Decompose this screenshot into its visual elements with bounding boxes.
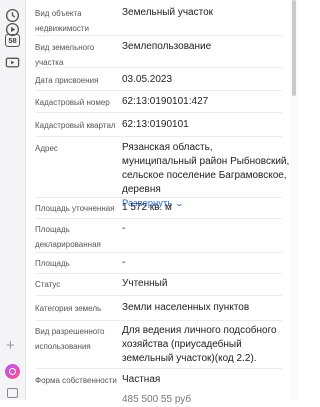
- divider: [35, 252, 282, 253]
- divider: [35, 320, 282, 321]
- divider: [35, 67, 282, 68]
- cutoff-value: 485 500 55 руб: [122, 394, 192, 405]
- detail-value: Землепользование: [122, 41, 212, 52]
- divider: [35, 136, 282, 137]
- divider: [35, 35, 282, 36]
- detail-value: 62:13:0190101:427: [122, 96, 209, 107]
- video-icon[interactable]: [5, 55, 20, 70]
- detail-label: Площадь декларированная: [35, 225, 101, 249]
- divider: [35, 295, 282, 296]
- divider: [35, 197, 282, 198]
- detail-label: Площадь: [35, 259, 70, 268]
- detail-label: Форма собственности: [35, 376, 117, 385]
- scrollbar-thumb[interactable]: [292, 0, 296, 96]
- plus-icon[interactable]: +: [6, 338, 15, 353]
- divider: [35, 273, 282, 274]
- detail-value: -: [122, 223, 126, 234]
- detail-label: Категория земель: [35, 304, 102, 313]
- property-details: Вид объекта недвижимости Земельный участ…: [25, 0, 290, 405]
- detail-value: 62:13:0190101: [122, 119, 189, 130]
- detail-value: -: [122, 257, 126, 268]
- divider: [35, 368, 282, 369]
- detail-value: Учтенный: [122, 278, 168, 289]
- detail-label: Вид разрешенного использования: [35, 327, 105, 351]
- detail-label: Вид земельного участка: [35, 43, 95, 67]
- number-badge-icon[interactable]: 58: [5, 34, 20, 47]
- detail-label: Вид объекта недвижимости: [35, 9, 89, 33]
- detail-value: Земли населенных пунктов: [122, 302, 250, 313]
- divider: [35, 90, 282, 91]
- detail-label: Дата присвоения: [35, 76, 99, 85]
- detail-label: Кадастровый номер: [35, 98, 110, 107]
- address-text: Рязанская область, муниципальный район Р…: [122, 142, 290, 195]
- scrollbar[interactable]: [290, 0, 298, 400]
- detail-label: Площадь уточненная: [35, 204, 115, 213]
- detail-label: Адрес: [35, 144, 58, 153]
- detail-value: Земельный участок: [122, 7, 214, 18]
- detail-value: 1 572 кв. м: [122, 202, 172, 213]
- detail-value: Частная: [122, 374, 161, 385]
- left-sidebar: 58 +: [0, 0, 26, 400]
- divider: [35, 218, 282, 219]
- clock-icon[interactable]: [5, 8, 20, 23]
- alice-assistant-icon[interactable]: [5, 364, 20, 379]
- panel-icon[interactable]: [7, 388, 18, 398]
- detail-value: Для ведения личного подсобного хозяйства…: [122, 325, 277, 364]
- detail-label: Статус: [35, 280, 61, 289]
- detail-label: Кадастровый квартал: [35, 121, 116, 130]
- detail-value: 03.05.2023: [122, 74, 173, 85]
- divider: [35, 112, 282, 113]
